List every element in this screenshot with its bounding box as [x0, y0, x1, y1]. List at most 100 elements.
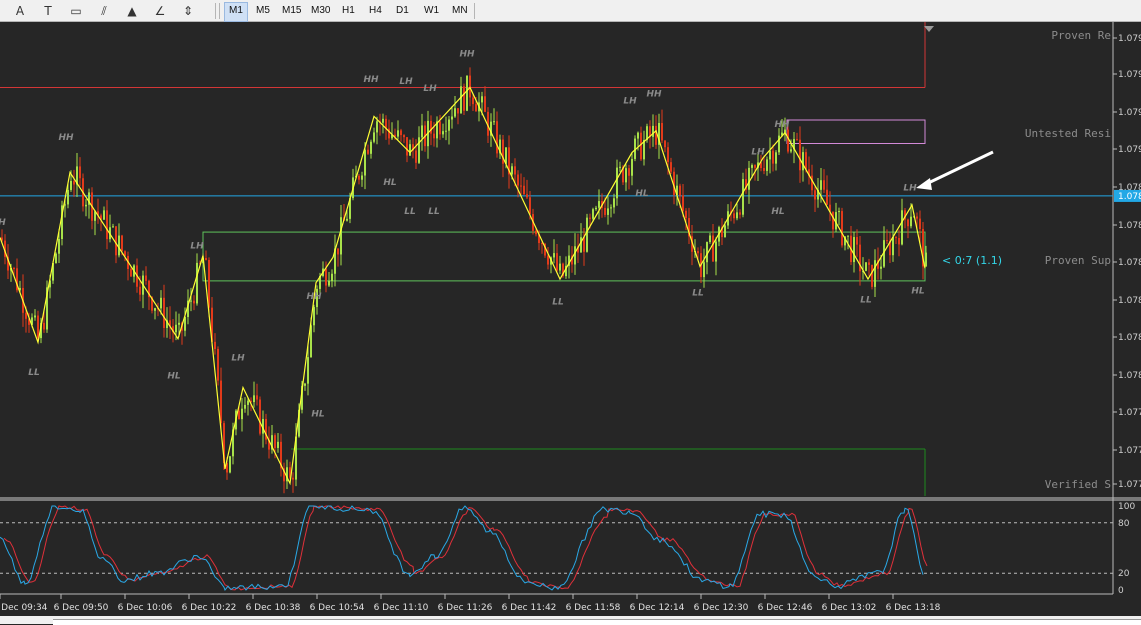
candle-body: [556, 253, 558, 271]
time-tick-label: 6 Dec 12:30: [694, 603, 749, 613]
candle-body: [190, 300, 192, 302]
candle-body: [307, 357, 309, 384]
candle-body: [703, 262, 705, 278]
swing-label: HH: [459, 50, 475, 60]
candle-body: [121, 235, 123, 252]
candle-body: [640, 132, 642, 160]
candle-body: [70, 180, 72, 190]
text-tool-icon[interactable]: A: [10, 2, 30, 20]
swing-label: LL: [428, 207, 440, 217]
price-tick-label: 1.0783: [1118, 333, 1141, 343]
timeframe-w1-button[interactable]: W1: [420, 2, 443, 20]
price-chart: Proven Re Untested Resi Proven Sup Verified…: [0, 22, 1141, 616]
zone-label: Proven Sup: [1045, 254, 1111, 267]
zone-label: Untested Resi: [1025, 127, 1111, 140]
candle-body: [175, 324, 177, 333]
horizontal-scrollbar[interactable]: [0, 616, 1141, 625]
price-tick-label: 1.0788: [1118, 221, 1141, 231]
timeframe-m1-button[interactable]: M1: [224, 2, 248, 22]
candle-body: [442, 131, 444, 135]
candle-body: [229, 456, 231, 473]
candle-body: [610, 207, 612, 209]
swing-label: LH: [399, 77, 413, 87]
toolbar-separator: [215, 3, 216, 19]
arrows-tool-icon[interactable]: ⇕: [178, 2, 198, 20]
timeframe-h4-button[interactable]: H4: [365, 2, 386, 20]
candle-body: [160, 297, 162, 309]
time-tick-label: 6 Dec 12:14: [630, 603, 685, 613]
candle-body: [799, 139, 801, 171]
candle-body: [598, 201, 600, 208]
rectangle-tool-icon[interactable]: ▭: [66, 2, 86, 20]
timeframe-h1-button[interactable]: H1: [338, 2, 359, 20]
candle-body: [292, 477, 294, 480]
candle-body: [661, 123, 663, 141]
time-tick-label: 6 Dec 11:26: [438, 603, 493, 613]
zone-annotation: < 0:7 (1.1): [942, 254, 1002, 267]
candle-body: [814, 190, 816, 200]
swing-label: LL: [28, 368, 40, 378]
candle-body: [277, 441, 279, 448]
candle-body: [337, 248, 339, 255]
fibonacci-tool-icon[interactable]: ⫽: [94, 2, 114, 20]
candle-body: [118, 235, 120, 256]
candle-body: [769, 150, 771, 160]
timeframe-m15-button[interactable]: M15: [278, 2, 305, 20]
candle-body: [430, 120, 432, 134]
candle-body: [433, 133, 435, 139]
candle-body: [406, 137, 408, 156]
swing-label: HL: [383, 178, 397, 188]
timeframe-m30-button[interactable]: M30: [307, 2, 334, 20]
candle-body: [586, 217, 588, 252]
swing-label: LH: [623, 97, 637, 107]
candle-body: [856, 237, 858, 245]
candle-body: [145, 275, 147, 281]
candle-body: [595, 207, 597, 210]
candle-body: [613, 198, 615, 208]
candle-body: [163, 297, 165, 328]
candle-body: [526, 194, 528, 198]
swing-label: HH: [58, 133, 74, 143]
candle-body: [85, 204, 87, 207]
candle-body: [616, 167, 618, 199]
candle-body: [667, 147, 669, 163]
candle-body: [58, 238, 60, 254]
time-tick-label: 6 Dec 12:46: [758, 603, 813, 613]
candle-body: [103, 210, 105, 220]
candle-body: [787, 129, 789, 152]
candle-body: [715, 241, 717, 262]
candle-body: [589, 217, 591, 219]
candle-body: [247, 400, 249, 405]
candle-body: [400, 130, 402, 136]
text-label-tool-icon[interactable]: T: [38, 2, 58, 20]
candle-body: [712, 235, 714, 262]
candle-body: [880, 266, 882, 269]
swing-label: LL: [860, 296, 872, 306]
candle-body: [325, 268, 327, 286]
candle-body: [742, 179, 744, 215]
candle-body: [214, 341, 216, 349]
time-tick-label: 6 Dec 10:54: [310, 603, 365, 613]
timeframe-m5-button[interactable]: M5: [252, 2, 274, 20]
triangle-tool-icon[interactable]: ▲: [122, 2, 142, 20]
candle-body: [208, 260, 210, 308]
candle-body: [520, 185, 522, 187]
candle-body: [631, 158, 633, 176]
time-tick-label: 6 Dec 11:58: [566, 603, 621, 613]
timeframe-mn-button[interactable]: MN: [448, 2, 472, 20]
candle-body: [313, 307, 315, 326]
toolbar-separator: [474, 3, 475, 19]
candle-body: [838, 211, 840, 213]
timeframe-d1-button[interactable]: D1: [392, 2, 413, 20]
candle-body: [370, 141, 372, 154]
candle-body: [361, 175, 363, 180]
candle-body: [907, 219, 909, 227]
angle-tool-icon[interactable]: ∠: [150, 2, 170, 20]
candle-body: [655, 125, 657, 145]
candle-body: [841, 211, 843, 246]
candle-body: [823, 180, 825, 190]
candle-body: [766, 159, 768, 171]
candle-body: [439, 121, 441, 135]
candle-body: [376, 121, 378, 133]
candle-body: [892, 237, 894, 256]
